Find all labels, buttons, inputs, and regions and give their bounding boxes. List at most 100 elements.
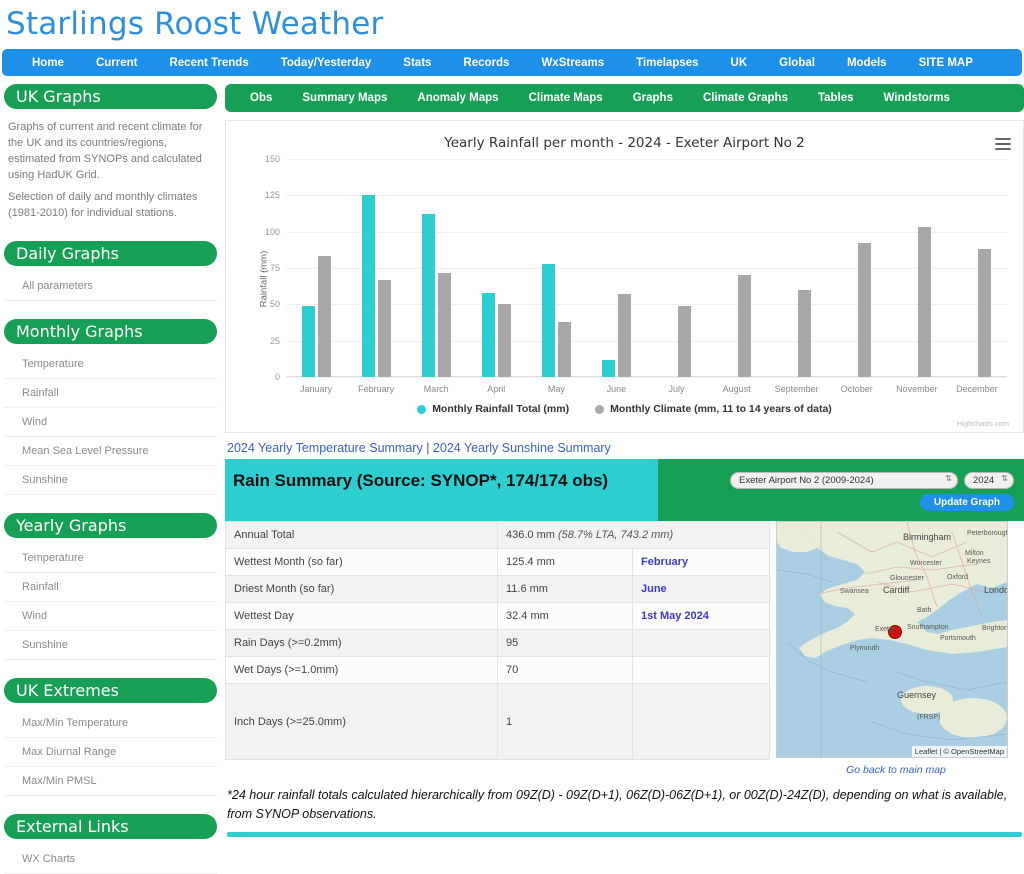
sidebar-group-external: WX Charts xyxy=(4,845,217,874)
chart-bar-rainfall-february[interactable] xyxy=(361,194,375,377)
graph-controls: Exeter Airport No 2 (2009-2024) ⇅ 2024 ⇅… xyxy=(658,459,1024,521)
sidebar-item-rainfall[interactable]: Rainfall xyxy=(4,379,217,408)
rainfall-chart: Yearly Rainfall per month - 2024 - Exete… xyxy=(225,120,1024,433)
topnav-item-records[interactable]: Records xyxy=(447,57,525,69)
map-label-gloucester: Gloucester xyxy=(890,575,924,582)
chart-month-group xyxy=(646,159,706,377)
chart-legend-item[interactable]: Monthly Climate (mm, 11 to 14 years of d… xyxy=(595,403,832,415)
sidebar-heading-uk-extremes: UK Extremes xyxy=(4,678,217,703)
topnav-item-stats[interactable]: Stats xyxy=(387,57,447,69)
sidebar-item-rainfall[interactable]: Rainfall xyxy=(4,573,217,602)
chart-bar-climate-february[interactable] xyxy=(377,279,391,377)
row-value: 11.6 mm xyxy=(497,575,633,603)
sidebar-item-sunshine[interactable]: Sunshine xyxy=(4,466,217,495)
tab-climate-maps[interactable]: Climate Maps xyxy=(514,92,618,104)
sidebar-desc-2: Selection of daily and monthly climates … xyxy=(8,191,198,219)
sidebar-item-mean-sea-level-pressure[interactable]: Mean Sea Level Pressure xyxy=(4,437,217,466)
chart-bar-climate-december[interactable] xyxy=(978,249,992,377)
topnav-item-current[interactable]: Current xyxy=(80,57,154,69)
table-row: Wet Days (>=1.0mm) 70 xyxy=(225,656,770,684)
sidebar-item-sunshine[interactable]: Sunshine xyxy=(4,631,217,660)
tab-anomaly-maps[interactable]: Anomaly Maps xyxy=(402,92,513,104)
year-select[interactable]: 2024 ⇅ xyxy=(964,471,1014,489)
sidebar-item-max-diurnal-range[interactable]: Max Diurnal Range xyxy=(4,738,217,767)
row-link xyxy=(632,629,770,657)
tab-summary-maps[interactable]: Summary Maps xyxy=(287,92,402,104)
footnote: *24 hour rainfall totals calculated hier… xyxy=(227,788,1008,821)
tab-obs[interactable]: Obs xyxy=(235,92,287,104)
sidebar-desc-1: Graphs of current and recent climate for… xyxy=(8,121,203,181)
sidebar-item-temperature[interactable]: Temperature xyxy=(4,350,217,379)
chart-legend-item[interactable]: Monthly Rainfall Total (mm) xyxy=(417,403,569,415)
map-label-birmingham: Birmingham xyxy=(903,532,952,542)
chart-menu-icon[interactable] xyxy=(995,135,1011,153)
chart-bar-rainfall-january[interactable] xyxy=(301,305,315,377)
chart-bar-rainfall-march[interactable] xyxy=(421,214,435,377)
chart-legend: Monthly Rainfall Total (mm) Monthly Clima… xyxy=(234,399,1015,415)
topnav-item-global[interactable]: Global xyxy=(763,57,831,69)
tab-climate-graphs[interactable]: Climate Graphs xyxy=(688,92,803,104)
sidebar-heading-external-links: External Links xyxy=(4,814,217,839)
sidebar-item-max-min-pmsl[interactable]: Max/Min PMSL xyxy=(4,767,217,796)
row-label: Inch Days (>=25.0mm) xyxy=(225,683,498,760)
row-link xyxy=(632,656,770,684)
topnav-item-timelapses[interactable]: Timelapses xyxy=(620,57,714,69)
chart-bar-rainfall-april[interactable] xyxy=(481,292,495,377)
chart-bar-climate-july[interactable] xyxy=(678,305,691,377)
table-row: Inch Days (>=25.0mm) 1 xyxy=(225,683,770,760)
chart-x-tick-september: September xyxy=(774,384,819,394)
row-link xyxy=(632,683,770,760)
station-select[interactable]: Exeter Airport No 2 (2009-2024) ⇅ xyxy=(730,471,958,489)
chart-bar-rainfall-may[interactable] xyxy=(541,263,555,377)
sidebar-item-wx-charts[interactable]: WX Charts xyxy=(4,845,217,874)
topnav-item-home[interactable]: Home xyxy=(16,57,80,69)
link-sunshine-summary[interactable]: 2024 Yearly Sunshine Summary xyxy=(433,441,611,455)
chart-month-group xyxy=(947,159,1007,377)
sidebar-item-wind[interactable]: Wind xyxy=(4,602,217,631)
rain-summary-table: Annual Total 436.0 mm (58.7% LTA, 743.2 m… xyxy=(225,521,770,760)
row-link[interactable]: 1st May 2024 xyxy=(632,602,770,630)
chart-bar-climate-august[interactable] xyxy=(738,275,752,377)
row-link[interactable]: February xyxy=(632,548,770,576)
tab-windstorms[interactable]: Windstorms xyxy=(869,92,965,104)
topnav-item-today-yesterday[interactable]: Today/Yesterday xyxy=(265,57,388,69)
map-attribution: Leaflet | © OpenStreetMap xyxy=(911,746,1007,757)
rain-summary-panel: Rain Summary (Source: SYNOP*, 174/174 ob… xyxy=(225,459,1024,521)
link-temperature-summary[interactable]: 2024 Yearly Temperature Summary xyxy=(227,441,423,455)
chart-bar-climate-january[interactable] xyxy=(317,256,331,377)
sidebar-group-yearly: Temperature Rainfall Wind Sunshine xyxy=(4,544,217,660)
tab-tables[interactable]: Tables xyxy=(803,92,869,104)
chart-bar-climate-april[interactable] xyxy=(497,304,511,377)
chart-bar-climate-june[interactable] xyxy=(617,294,631,377)
update-graph-button[interactable]: Update Graph xyxy=(919,493,1014,511)
sidebar-heading-uk-graphs: UK Graphs xyxy=(4,84,217,109)
sidebar-item-wind[interactable]: Wind xyxy=(4,408,217,437)
row-link[interactable]: June xyxy=(632,575,770,603)
map-label-milton: Milton xyxy=(965,550,984,557)
topnav-item-site-map[interactable]: SITE MAP xyxy=(903,57,989,69)
tab-graphs[interactable]: Graphs xyxy=(618,92,688,104)
chart-bar-climate-march[interactable] xyxy=(437,273,451,377)
sidebar-item-max-min-temperature[interactable]: Max/Min Temperature xyxy=(4,709,217,738)
go-back-to-main-map-link[interactable]: Go back to main map xyxy=(846,764,946,776)
chart-bar-climate-september[interactable] xyxy=(798,289,812,377)
topnav-item-wxstreams[interactable]: WxStreams xyxy=(525,57,620,69)
chart-bar-climate-november[interactable] xyxy=(918,227,932,377)
chart-x-tick-august: August xyxy=(722,384,751,394)
sidebar-item-temperature[interactable]: Temperature xyxy=(4,544,217,573)
topnav-item-uk[interactable]: UK xyxy=(715,57,764,69)
row-value: 32.4 mm xyxy=(497,602,633,630)
chart-x-tick-january: January xyxy=(300,384,333,394)
sidebar-item-all-parameters[interactable]: All parameters xyxy=(4,272,217,301)
bottom-accent-bar xyxy=(227,832,1022,837)
chart-x-tick-may: May xyxy=(547,384,565,394)
table-row: Rain Days (>=0.2mm) 95 xyxy=(225,629,770,657)
chevron-updown-icon: ⇅ xyxy=(945,473,952,483)
chart-bar-climate-may[interactable] xyxy=(557,321,571,377)
chart-bar-rainfall-june[interactable] xyxy=(601,360,615,377)
chart-y-tick: 100 xyxy=(264,226,280,237)
chart-bar-climate-october[interactable] xyxy=(858,243,872,377)
topnav-item-models[interactable]: Models xyxy=(831,57,903,69)
location-map[interactable]: Birmingham Peterborough Milton Keynes Worces… xyxy=(776,521,1008,758)
topnav-item-recent-trends[interactable]: Recent Trends xyxy=(153,57,264,69)
